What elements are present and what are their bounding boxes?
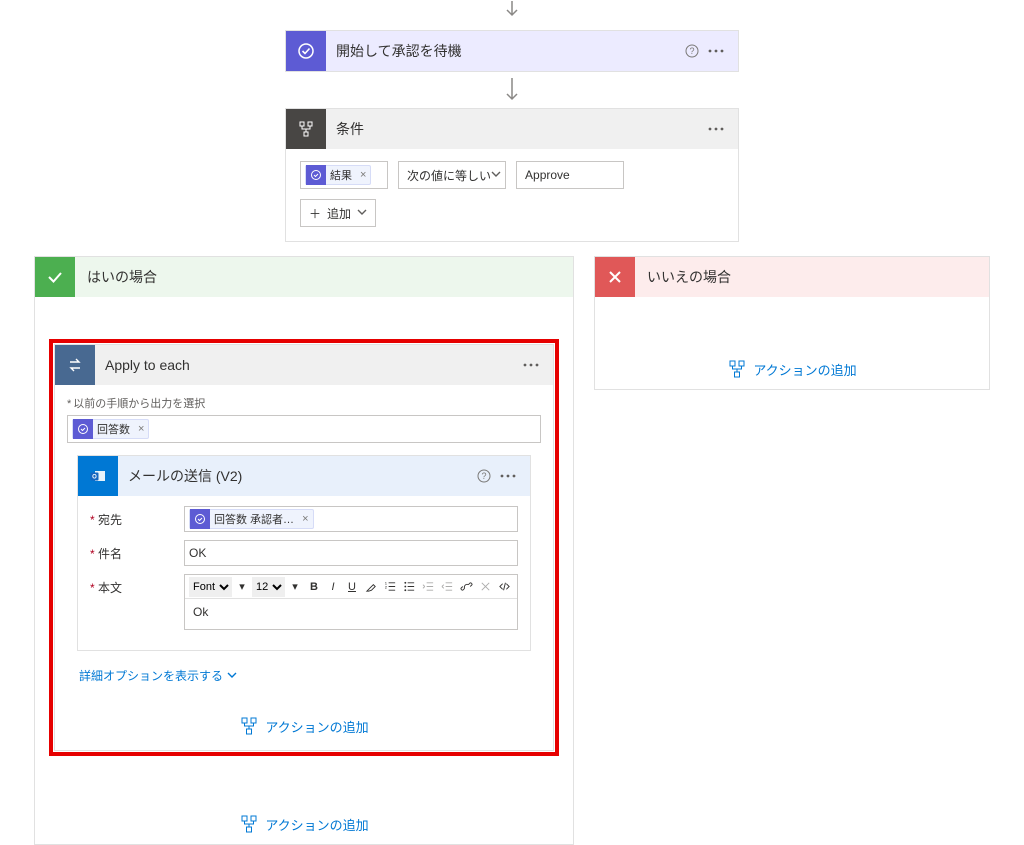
condition-add-button[interactable]: ＋ 追加 xyxy=(300,199,376,227)
approval-action-card[interactable]: 開始して承認を待機 ? xyxy=(285,30,739,72)
token-remove-icon[interactable]: × xyxy=(134,423,148,435)
chevron-down-icon: ▾ xyxy=(233,578,251,596)
italic-button[interactable]: I xyxy=(324,578,342,596)
svg-text:?: ? xyxy=(689,46,694,56)
dynamic-content-icon xyxy=(190,509,210,529)
font-family-select[interactable]: Font xyxy=(189,577,232,597)
condition-right-value[interactable]: Approve xyxy=(516,161,624,189)
highlight-icon[interactable] xyxy=(362,578,380,596)
numbered-list-icon[interactable]: 12 xyxy=(381,578,399,596)
add-action-button[interactable]: アクションの追加 xyxy=(67,688,541,746)
close-icon xyxy=(595,257,635,297)
outlook-icon: O xyxy=(78,456,118,496)
yes-branch-header: はいの場合 xyxy=(35,257,573,297)
rich-editor-toolbar: Font ▾ 12 ▾ B I U xyxy=(185,575,517,599)
chevron-down-icon: ▾ xyxy=(286,578,304,596)
checkmark-icon xyxy=(35,257,75,297)
svg-text:?: ? xyxy=(481,471,486,481)
condition-card[interactable]: 条件 結果 × 次の値に等しい xyxy=(285,108,739,242)
ellipsis-icon[interactable] xyxy=(708,43,724,59)
flow-arrow-top xyxy=(0,0,1024,18)
send-mail-card[interactable]: O メールの送信 (V2) ? xyxy=(77,455,531,651)
loop-icon xyxy=(55,345,95,385)
to-field[interactable]: 回答数 承認者… × xyxy=(184,506,518,532)
code-view-icon[interactable] xyxy=(495,578,513,596)
body-rich-editor[interactable]: Font ▾ 12 ▾ B I U xyxy=(184,574,518,630)
condition-operator-select[interactable]: 次の値に等しい xyxy=(398,161,506,189)
clear-format-icon[interactable] xyxy=(476,578,494,596)
subject-field[interactable]: OK xyxy=(184,540,518,566)
condition-icon xyxy=(286,109,326,149)
add-action-button[interactable]: アクションの追加 xyxy=(35,786,573,844)
indent-icon[interactable] xyxy=(438,578,456,596)
flow-arrow xyxy=(0,78,1024,102)
help-icon[interactable]: ? xyxy=(476,468,492,484)
approval-title: 開始して承認を待機 xyxy=(326,41,684,61)
subject-label: 件名 xyxy=(90,540,184,562)
svg-text:2: 2 xyxy=(384,585,386,589)
token-remove-icon[interactable]: × xyxy=(298,513,312,525)
help-icon[interactable]: ? xyxy=(684,43,700,59)
ellipsis-icon[interactable] xyxy=(500,468,516,484)
outdent-icon[interactable] xyxy=(419,578,437,596)
ellipsis-icon[interactable] xyxy=(523,357,539,373)
highlight-annotation: Apply to each 以前の手順から出力を選択 xyxy=(49,339,559,756)
dynamic-content-icon xyxy=(306,165,326,185)
svg-text:O: O xyxy=(92,475,97,481)
add-action-icon xyxy=(239,814,259,834)
token-remove-icon[interactable]: × xyxy=(356,169,370,181)
show-advanced-options-link[interactable]: 詳細オプションを表示する xyxy=(79,667,237,684)
add-action-icon xyxy=(239,716,259,736)
apply-to-each-card[interactable]: Apply to each 以前の手順から出力を選択 xyxy=(54,344,554,751)
select-output-label: 以前の手順から出力を選択 xyxy=(67,395,541,411)
no-branch: いいえの場合 アクションの追加 xyxy=(594,256,990,390)
bold-button[interactable]: B xyxy=(305,578,323,596)
approval-icon xyxy=(286,31,326,71)
add-action-icon xyxy=(727,359,747,379)
link-icon[interactable] xyxy=(457,578,475,596)
token-label: 結果 xyxy=(330,167,356,183)
yes-branch: はいの場合 Apply to each xyxy=(34,256,574,845)
chevron-down-icon xyxy=(491,168,501,182)
font-size-select[interactable]: 12 xyxy=(252,577,285,597)
to-label: 宛先 xyxy=(90,506,184,528)
ellipsis-icon[interactable] xyxy=(708,121,724,137)
bullet-list-icon[interactable] xyxy=(400,578,418,596)
apply-output-input[interactable]: 回答数 × xyxy=(67,415,541,443)
condition-title: 条件 xyxy=(326,119,708,139)
underline-button[interactable]: U xyxy=(343,578,361,596)
condition-left-operand[interactable]: 結果 × xyxy=(300,161,388,189)
chevron-down-icon xyxy=(357,206,367,220)
body-label: 本文 xyxy=(90,574,184,596)
no-branch-header: いいえの場合 xyxy=(595,257,989,297)
apply-title: Apply to each xyxy=(95,357,523,373)
chevron-down-icon xyxy=(227,669,237,683)
dynamic-content-icon xyxy=(73,419,93,439)
body-content[interactable]: Ok xyxy=(185,599,517,629)
add-action-button[interactable]: アクションの追加 xyxy=(595,297,989,389)
plus-icon: ＋ xyxy=(309,205,321,222)
